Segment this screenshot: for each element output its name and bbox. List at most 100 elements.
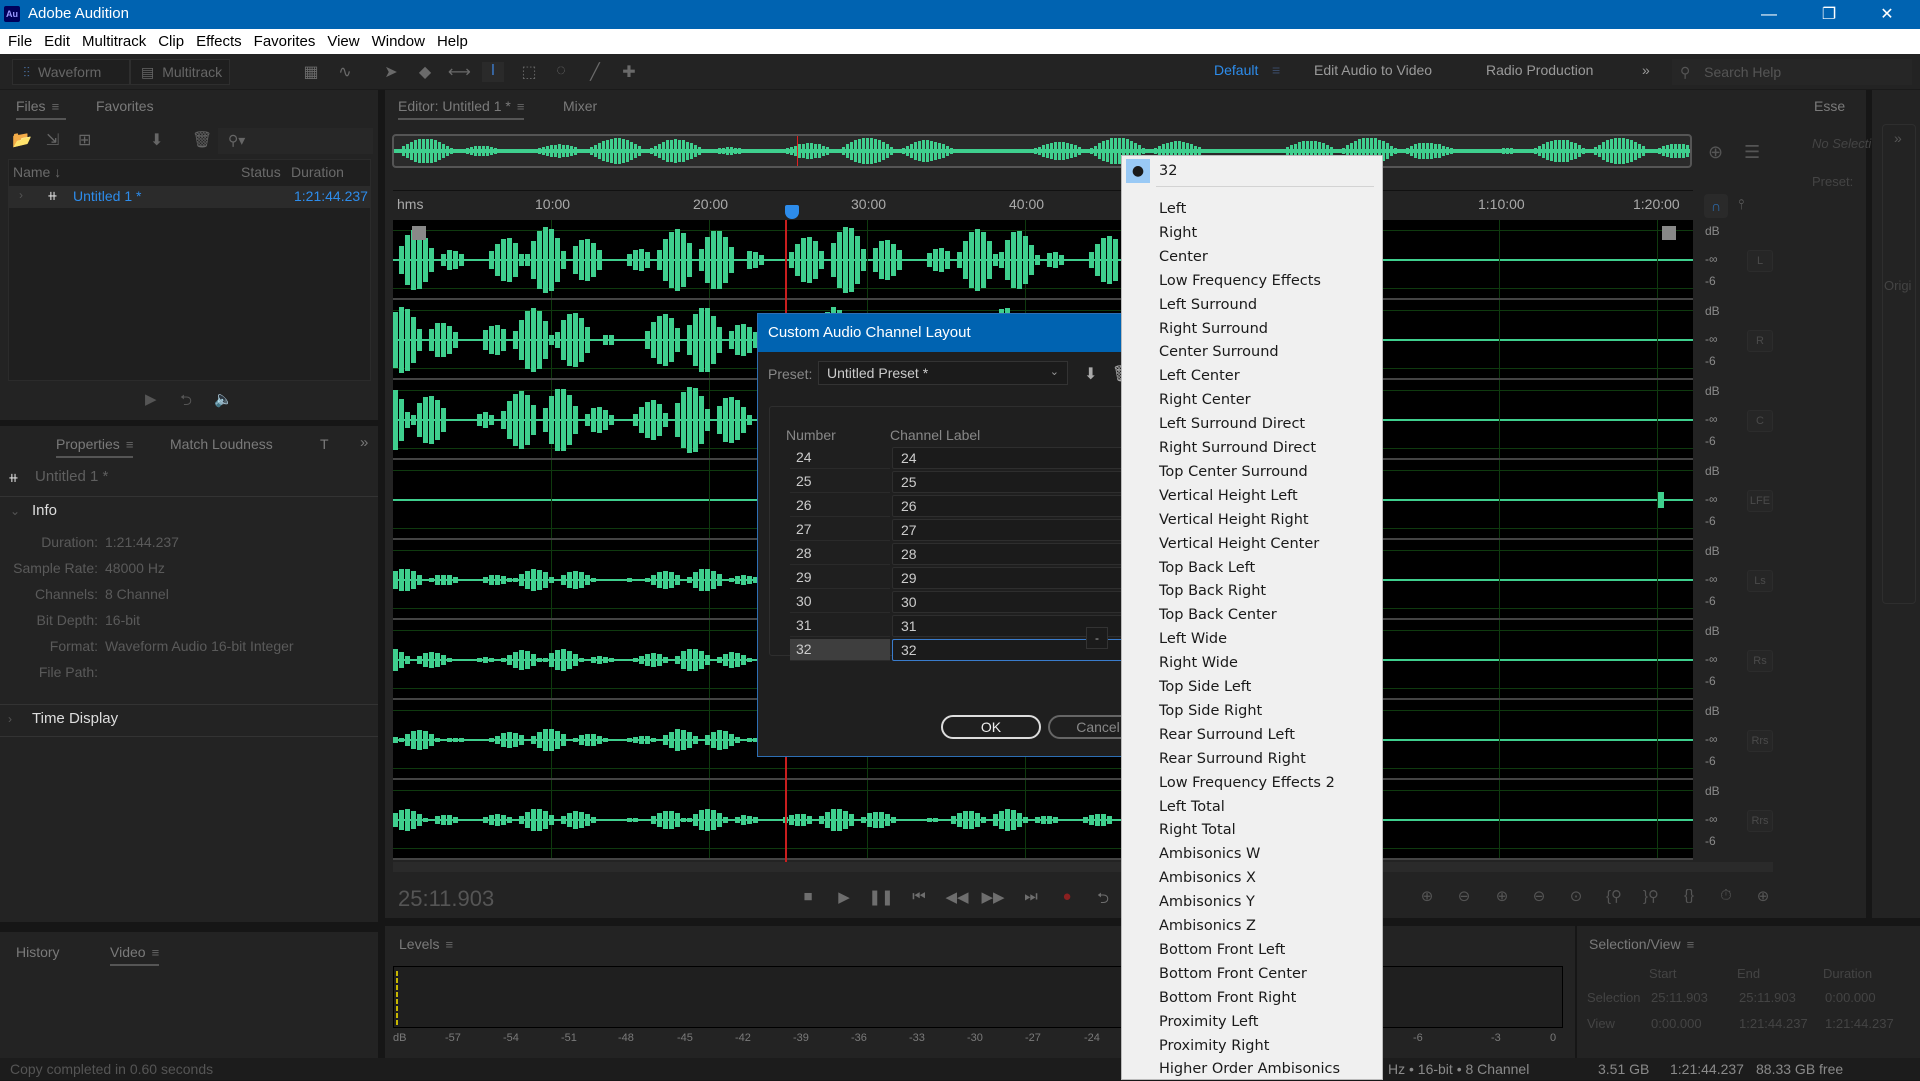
fade-out-handle[interactable] bbox=[1662, 226, 1676, 240]
view-end[interactable]: 1:21:44.237 bbox=[1739, 1016, 1808, 1031]
open-file-icon[interactable]: 📂 bbox=[12, 130, 32, 150]
slip-tool-icon[interactable]: ⟷ bbox=[448, 62, 471, 82]
dropdown-option[interactable]: Low Frequency Effects 2 bbox=[1159, 771, 1335, 795]
channel-row[interactable]: 2424⌄ bbox=[790, 447, 1140, 469]
channel-row[interactable]: 2828⌄ bbox=[790, 543, 1140, 565]
dropdown-option[interactable]: Ambisonics Y bbox=[1159, 890, 1255, 914]
tab-mixer[interactable]: Mixer bbox=[563, 98, 597, 114]
dropdown-option[interactable]: Bottom Front Center bbox=[1159, 962, 1307, 986]
dropdown-option[interactable]: Left bbox=[1159, 197, 1186, 221]
channel-label-select[interactable]: 26⌄ bbox=[892, 495, 1140, 517]
expand-time-display-icon[interactable]: › bbox=[8, 712, 12, 726]
channel-label-select[interactable]: 25⌄ bbox=[892, 471, 1140, 493]
channel-row[interactable]: 3030⌄ bbox=[790, 591, 1140, 613]
dropdown-option[interactable]: Top Back Left bbox=[1159, 556, 1255, 580]
channel-enable-button[interactable]: R bbox=[1747, 330, 1773, 352]
channel-enable-button[interactable]: Rrs bbox=[1747, 730, 1773, 752]
dropdown-option[interactable]: Higher Order Ambisonics bbox=[1159, 1057, 1340, 1081]
time-selection-tool-icon[interactable]: I bbox=[482, 62, 504, 82]
current-time-display[interactable]: 25:11.903 bbox=[398, 886, 494, 912]
brush-tool-icon[interactable]: ╱ bbox=[584, 62, 606, 82]
time-display-heading[interactable]: Time Display bbox=[32, 710, 118, 727]
channel-label-select[interactable]: 29⌄ bbox=[892, 567, 1140, 589]
channel-row[interactable]: 2525⌄ bbox=[790, 471, 1140, 493]
menu-window[interactable]: Window bbox=[372, 29, 431, 54]
more-workspaces-icon[interactable]: » bbox=[1642, 62, 1650, 78]
dropdown-option[interactable]: Ambisonics Z bbox=[1159, 914, 1256, 938]
multitrack-view-button[interactable]: ▤ Multitrack bbox=[130, 59, 230, 85]
channel-enable-button[interactable]: L bbox=[1747, 250, 1773, 272]
overview-waveform[interactable] bbox=[392, 134, 1692, 168]
dropdown-option[interactable]: Left Surround Direct bbox=[1159, 412, 1305, 436]
record-button[interactable]: ● bbox=[1052, 888, 1082, 905]
new-file-icon[interactable]: ⊞ bbox=[78, 130, 91, 150]
waveform-view-button[interactable]: ⫶⫶ Waveform bbox=[12, 59, 130, 85]
column-duration[interactable]: Duration bbox=[291, 164, 344, 180]
zoom-out-time-icon[interactable]: ⊖ bbox=[1524, 887, 1554, 909]
lasso-tool-icon[interactable]: ◌ bbox=[550, 62, 572, 82]
insert-into-multitrack-icon[interactable]: ⬇ bbox=[150, 130, 163, 150]
channel-label-select[interactable]: 28⌄ bbox=[892, 543, 1140, 565]
tab-truncated[interactable]: T bbox=[320, 436, 329, 452]
tab-properties[interactable]: Properties ≡ bbox=[56, 436, 134, 458]
play-preview-icon[interactable]: ▶ bbox=[145, 390, 157, 408]
channel-waveform-0[interactable] bbox=[393, 220, 1693, 300]
headphones-icon[interactable]: ∩ bbox=[1704, 194, 1728, 218]
autoplay-icon[interactable]: 🔈 bbox=[214, 390, 233, 408]
dropdown-option[interactable]: Left Center bbox=[1159, 364, 1240, 388]
tab-favorites[interactable]: Favorites bbox=[96, 98, 154, 114]
timer-icon[interactable]: ⏱ bbox=[1711, 887, 1741, 909]
dropdown-option[interactable]: Top Back Center bbox=[1159, 603, 1277, 627]
zoom-in-amplitude-icon[interactable]: ⊕ bbox=[1412, 887, 1442, 909]
more-tabs-icon[interactable]: » bbox=[360, 434, 368, 451]
dropdown-option[interactable]: Proximity Right bbox=[1159, 1034, 1269, 1058]
channel-enable-button[interactable]: Ls bbox=[1747, 570, 1773, 592]
dropdown-option[interactable]: Left Total bbox=[1159, 795, 1225, 819]
workspace-menu-icon[interactable]: ≡ bbox=[1272, 62, 1280, 78]
menu-favorites[interactable]: Favorites bbox=[254, 29, 322, 54]
dropdown-option[interactable]: Low Frequency Effects bbox=[1159, 269, 1321, 293]
workspace-edit-audio-to-video[interactable]: Edit Audio to Video bbox=[1314, 62, 1432, 78]
selection-duration[interactable]: 0:00.000 bbox=[1825, 990, 1876, 1005]
dropdown-option[interactable]: Ambisonics X bbox=[1159, 866, 1256, 890]
dropdown-option[interactable]: Right Center bbox=[1159, 388, 1251, 412]
rewind-button[interactable]: ◀◀ bbox=[942, 888, 972, 906]
maximize-button[interactable]: ❐ bbox=[1800, 0, 1858, 29]
menu-view[interactable]: View bbox=[327, 29, 365, 54]
dropdown-option[interactable]: Right Surround bbox=[1159, 317, 1268, 341]
dropdown-option[interactable]: Right bbox=[1159, 221, 1197, 245]
column-name[interactable]: Name ↓ bbox=[13, 164, 61, 180]
dropdown-option[interactable]: Rear Surround Right bbox=[1159, 747, 1306, 771]
horizontal-scrollbar[interactable] bbox=[393, 862, 1773, 872]
import-file-icon[interactable]: ⇲ bbox=[46, 130, 59, 150]
workspace-default[interactable]: Default bbox=[1214, 62, 1258, 78]
channel-enable-button[interactable]: Rs bbox=[1747, 650, 1773, 672]
dropdown-selected-value[interactable]: 32 bbox=[1159, 159, 1177, 183]
menu-file[interactable]: File bbox=[8, 29, 38, 54]
playhead-handle[interactable] bbox=[785, 205, 799, 219]
tab-editor[interactable]: Editor: Untitled 1 * ≡ bbox=[398, 98, 525, 120]
move-tool-icon[interactable]: ➤ bbox=[380, 62, 402, 82]
zoom-out-full-icon[interactable]: ⊙ bbox=[1561, 887, 1591, 909]
spectral-frequency-icon[interactable]: ▦ bbox=[300, 62, 322, 82]
file-row[interactable]: › ⧺ Untitled 1 * 1:21:44.237 bbox=[9, 186, 370, 208]
zoom-in-point-icon[interactable]: {⚲ bbox=[1599, 887, 1629, 909]
zoom-out-amplitude-icon[interactable]: ⊖ bbox=[1449, 887, 1479, 909]
zoom-selection-icon[interactable]: {} bbox=[1674, 887, 1704, 909]
view-duration[interactable]: 1:21:44.237 bbox=[1825, 1016, 1894, 1031]
loop-playback-button[interactable]: ⮌ bbox=[1088, 888, 1118, 913]
expand-icon[interactable]: › bbox=[19, 188, 23, 202]
info-heading[interactable]: Info bbox=[32, 502, 57, 519]
marquee-tool-icon[interactable]: ⬚ bbox=[518, 62, 540, 82]
play-button[interactable]: ▶ bbox=[829, 888, 859, 906]
view-start[interactable]: 0:00.000 bbox=[1651, 1016, 1702, 1031]
loop-preview-icon[interactable]: ⮌ bbox=[180, 390, 192, 415]
dropdown-option[interactable]: Top Center Surround bbox=[1159, 460, 1308, 484]
dropdown-option[interactable]: Right Total bbox=[1159, 818, 1236, 842]
dropdown-option[interactable]: Bottom Front Right bbox=[1159, 986, 1296, 1010]
dropdown-option[interactable]: Proximity Left bbox=[1159, 1010, 1258, 1034]
channel-row[interactable]: 2626⌄ bbox=[790, 495, 1140, 517]
tab-essential-sound[interactable]: Esse bbox=[1814, 98, 1845, 114]
dropdown-option[interactable]: Left Wide bbox=[1159, 627, 1227, 651]
pause-button[interactable]: ❚❚ bbox=[866, 888, 896, 906]
